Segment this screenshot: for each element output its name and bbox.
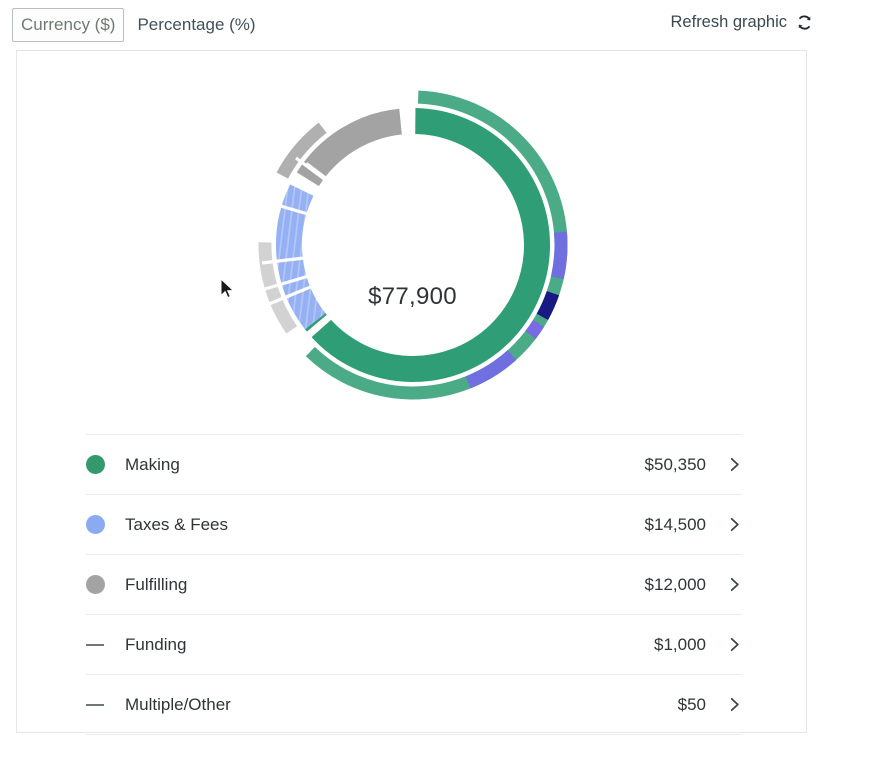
chevron-right-icon[interactable]	[728, 636, 742, 653]
chart-card: $77,900 Making $50,350 Taxes & Fees $14,…	[16, 50, 808, 735]
chevron-right-icon[interactable]	[728, 576, 742, 593]
legend-row-multiple-other[interactable]: Multiple/Other $50	[86, 674, 742, 735]
tab-percentage[interactable]: Percentage (%)	[128, 8, 264, 42]
legend-swatch-multiple-other	[86, 703, 120, 706]
legend-value-multiple-other: $50	[677, 694, 706, 714]
tab-percentage-label: Percentage (%)	[137, 15, 256, 34]
refresh-graphic-label: Refresh graphic	[670, 13, 787, 31]
legend-label-making: Making	[125, 454, 180, 474]
donut-chart: $77,900	[17, 51, 808, 411]
legend-value-funding: $1,000	[654, 634, 706, 654]
legend-swatch-making	[86, 455, 120, 474]
legend-row-funding[interactable]: Funding $1,000	[86, 614, 742, 674]
legend-swatch-fulfilling	[86, 575, 120, 594]
legend-list: Making $50,350 Taxes & Fees $14,500 Fulf…	[86, 434, 742, 735]
legend-row-making[interactable]: Making $50,350	[86, 434, 742, 494]
legend-value-making: $50,350	[644, 454, 706, 474]
refresh-graphic-button[interactable]: Refresh graphic	[671, 13, 813, 32]
tab-currency-label: Currency ($)	[21, 15, 116, 34]
legend-label-funding: Funding	[125, 634, 187, 654]
legend-swatch-taxes-fees	[86, 515, 120, 534]
legend-value-taxes-fees: $14,500	[644, 514, 706, 534]
legend-row-fulfilling[interactable]: Fulfilling $12,000	[86, 554, 742, 614]
chevron-right-icon[interactable]	[728, 516, 742, 533]
tab-currency[interactable]: Currency ($)	[12, 8, 125, 42]
refresh-icon[interactable]	[796, 14, 813, 31]
legend-label-multiple-other: Multiple/Other	[125, 694, 231, 714]
toolbar: Currency ($) Percentage (%) Refresh grap…	[0, 0, 873, 50]
chevron-right-icon[interactable]	[728, 456, 742, 473]
legend-label-taxes-fees: Taxes & Fees	[125, 514, 228, 534]
view-mode-tabs: Currency ($) Percentage (%)	[12, 8, 265, 42]
legend-value-fulfilling: $12,000	[644, 574, 706, 594]
donut-chart-svg[interactable]	[243, 75, 583, 415]
legend-row-taxes-fees[interactable]: Taxes & Fees $14,500	[86, 494, 742, 554]
chevron-right-icon[interactable]	[728, 696, 742, 713]
legend-label-fulfilling: Fulfilling	[125, 574, 188, 594]
legend-swatch-funding	[86, 643, 120, 646]
